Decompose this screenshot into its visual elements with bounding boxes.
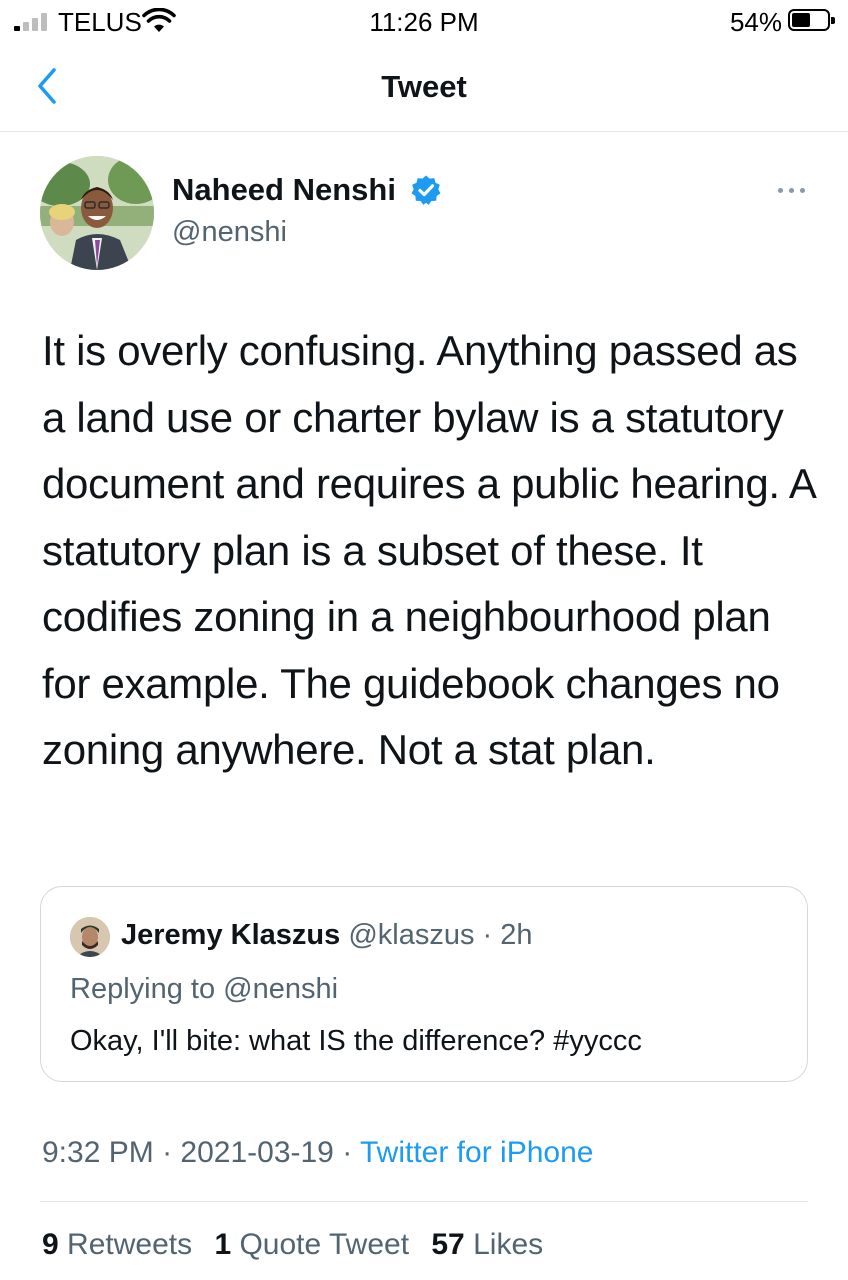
separator-dot: · xyxy=(474,919,501,951)
verified-badge-icon xyxy=(411,175,441,205)
tweet-date: 2021-03-19 xyxy=(180,1136,334,1169)
tweet-source-link[interactable]: Twitter for iPhone xyxy=(360,1136,593,1169)
quoted-author-avatar xyxy=(70,917,110,957)
divider xyxy=(40,1201,808,1202)
quoted-tweet-header: Jeremy Klaszus @klaszus · 2h xyxy=(121,919,533,952)
likes-stat[interactable]: 57 Likes xyxy=(431,1228,543,1261)
likes-label: Likes xyxy=(473,1228,544,1261)
quoted-tweet-age: 2h xyxy=(500,919,533,951)
navigation-bar: Tweet xyxy=(0,44,848,132)
battery-icon xyxy=(788,9,835,31)
battery-percentage: 54% xyxy=(729,7,782,37)
replying-to-line: Replying to @nenshi xyxy=(70,973,338,1006)
author-handle[interactable]: @nenshi xyxy=(172,216,287,249)
quote-tweets-count: 1 xyxy=(214,1228,232,1261)
quote-tweets-label: Quote Tweet xyxy=(239,1228,410,1261)
engagement-stats: 9 Retweets 1 Quote Tweet 57 Likes xyxy=(42,1228,557,1262)
tweet-timestamp-line: 9:32 PM · 2021-03-19 · Twitter for iPhon… xyxy=(42,1136,593,1170)
status-time: 11:26 PM xyxy=(369,7,479,37)
quoted-author-handle: @klaszus xyxy=(348,919,475,951)
quoted-tweet-card[interactable]: Jeremy Klaszus @klaszus · 2h Replying to… xyxy=(40,886,808,1082)
avatar-photo xyxy=(40,156,154,270)
more-horizontal-icon xyxy=(778,188,783,193)
tweet-time: 9:32 PM xyxy=(42,1136,154,1169)
more-options-button[interactable] xyxy=(776,178,808,202)
likes-count: 57 xyxy=(431,1228,465,1261)
quoted-author-name: Jeremy Klaszus xyxy=(121,919,341,951)
page-title: Tweet xyxy=(381,69,467,104)
separator-dot: · xyxy=(333,1136,360,1169)
replying-to-mention: @nenshi xyxy=(223,973,339,1005)
tweet-text: It is overly confusing. Anything passed … xyxy=(42,327,815,773)
retweets-label: Retweets xyxy=(67,1228,193,1261)
author-avatar[interactable] xyxy=(40,156,154,270)
separator-dot: · xyxy=(153,1136,181,1169)
quote-tweets-stat[interactable]: 1 Quote Tweet xyxy=(214,1228,409,1261)
retweets-count: 9 xyxy=(42,1228,59,1261)
quoted-tweet-text: Okay, I'll bite: what IS the difference?… xyxy=(70,1025,642,1057)
status-bar: TELUS 11:26 PM 54% xyxy=(0,0,848,44)
replying-to-label: Replying to xyxy=(70,973,224,1005)
retweets-stat[interactable]: 9 Retweets xyxy=(42,1228,192,1261)
author-name[interactable]: Naheed Nenshi xyxy=(172,172,396,208)
